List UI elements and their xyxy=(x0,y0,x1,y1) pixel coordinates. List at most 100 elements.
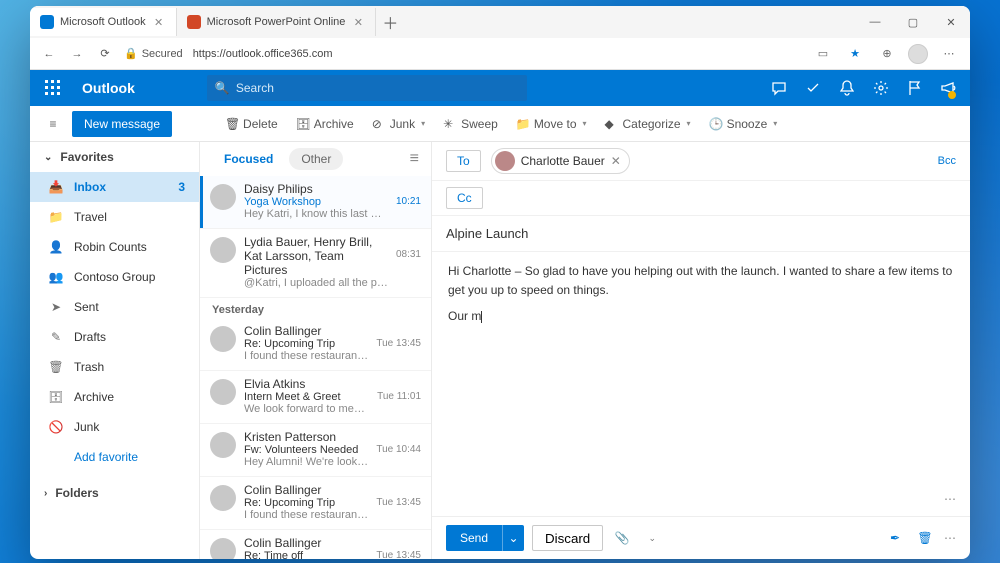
message-from: Daisy Philips xyxy=(244,182,388,196)
folders-header[interactable]: › Folders xyxy=(30,478,199,508)
message-subject: Re: Time off xyxy=(244,550,368,559)
attach-menu-icon[interactable]: ⌄ xyxy=(641,533,663,544)
recipient-chip[interactable]: Charlotte Bauer ✕ xyxy=(491,148,630,174)
notifications-icon[interactable] xyxy=(832,71,862,105)
nav-item-archive[interactable]: 🗄Archive xyxy=(30,382,199,412)
chat-icon[interactable] xyxy=(764,71,794,105)
window-close-button[interactable]: ✕ xyxy=(932,6,970,38)
todo-icon[interactable] xyxy=(798,71,828,105)
subject-row xyxy=(432,216,970,252)
avatar-icon xyxy=(210,326,236,352)
to-button[interactable]: To xyxy=(446,150,481,172)
message-subject: Fw: Volunteers Needed xyxy=(244,444,368,456)
message-time: 10:21 xyxy=(396,196,421,207)
junk-button[interactable]: ⊘Junk▾ xyxy=(365,110,432,138)
message-item[interactable]: Colin Ballinger Re: Upcoming Trip I foun… xyxy=(200,477,431,530)
app-launcher-button[interactable] xyxy=(36,71,70,105)
attach-icon[interactable]: 📎 xyxy=(611,531,633,545)
folder-nav: ⌄ Favorites 📥Inbox3📁Travel👤Robin Counts👥… xyxy=(30,142,200,559)
secured-indicator[interactable]: 🔒 Secured xyxy=(124,47,183,60)
recipient-name: Charlotte Bauer xyxy=(521,154,605,168)
browser-tab-powerpoint[interactable]: Microsoft PowerPoint Online ✕ xyxy=(177,8,377,36)
filter-icon[interactable]: ≡ xyxy=(410,150,419,168)
nav-forward-button[interactable]: → xyxy=(68,45,86,63)
nav-item-junk[interactable]: 🚫Junk xyxy=(30,412,199,442)
address-field[interactable]: https://outlook.office365.com xyxy=(193,48,802,60)
search-input[interactable]: 🔍 Search xyxy=(207,75,527,101)
remove-recipient-icon[interactable]: ✕ xyxy=(611,154,621,168)
cc-button[interactable]: Cc xyxy=(446,187,483,209)
nav-refresh-button[interactable]: ⟳ xyxy=(96,45,114,63)
snooze-button[interactable]: 🕒Snooze▾ xyxy=(702,110,785,138)
favorite-star-icon[interactable]: ★ xyxy=(844,47,866,60)
delete-button[interactable]: 🗑Delete xyxy=(218,110,285,138)
close-tab-icon[interactable]: ✕ xyxy=(152,16,166,29)
tag-icon: ◆ xyxy=(605,117,619,131)
signature-icon[interactable]: ✒ xyxy=(884,531,906,545)
tab-focused[interactable]: Focused xyxy=(212,148,285,170)
chevron-down-icon: ▾ xyxy=(687,119,691,128)
move-to-button[interactable]: 📁Move to▾ xyxy=(509,110,594,138)
nav-toggle-button[interactable]: ≡ xyxy=(38,117,68,131)
nav-item-robin-counts[interactable]: 👤Robin Counts xyxy=(30,232,199,262)
send-options-icon[interactable]: ⌄ xyxy=(502,525,524,551)
chevron-down-icon: ▾ xyxy=(773,119,777,128)
body-paragraph: Our m xyxy=(448,309,481,323)
discard-draft-icon[interactable]: 🗑 xyxy=(914,531,936,545)
nav-item-contoso-group[interactable]: 👥Contoso Group xyxy=(30,262,199,292)
body-paragraph: Hi Charlotte – So glad to have you helpi… xyxy=(448,262,954,299)
compose-more-icon[interactable]: ⋯ xyxy=(944,492,956,506)
browser-tab-outlook[interactable]: Microsoft Outlook ✕ xyxy=(30,8,177,36)
message-item[interactable]: Elvia Atkins Intern Meet & Greet We look… xyxy=(200,371,431,424)
tab-title: Microsoft Outlook xyxy=(60,16,146,28)
avatar-icon xyxy=(210,237,236,263)
megaphone-icon[interactable] xyxy=(934,71,964,105)
send-button[interactable]: Send ⌄ xyxy=(446,525,524,551)
message-subject: Intern Meet & Greet xyxy=(244,391,369,403)
message-item[interactable]: Daisy Philips Yoga Workshop Hey Katri, I… xyxy=(200,176,431,229)
search-icon: 🔍 xyxy=(215,81,230,95)
message-list-pane: Focused Other ≡ Daisy Philips Yoga Works… xyxy=(200,142,432,559)
nav-item-drafts[interactable]: ✎Drafts xyxy=(30,322,199,352)
window-maximize-button[interactable]: ▢ xyxy=(894,6,932,38)
new-message-button[interactable]: New message xyxy=(72,111,172,137)
nav-item-trash[interactable]: 🗑Trash xyxy=(30,352,199,382)
nav-item-inbox[interactable]: 📥Inbox3 xyxy=(30,172,199,202)
site-settings-icon[interactable]: ⊕ xyxy=(876,47,898,60)
categorize-button[interactable]: ◆Categorize▾ xyxy=(598,110,698,138)
browser-url-bar: ← → ⟳ 🔒 Secured https://outlook.office36… xyxy=(30,38,970,70)
browser-menu-icon[interactable]: ⋯ xyxy=(938,47,960,60)
toolbar-more-icon[interactable]: ⋯ xyxy=(944,531,956,545)
message-item[interactable]: Lydia Bauer, Henry Brill, Kat Larsson, T… xyxy=(200,229,431,298)
archive-button[interactable]: 🗄Archive xyxy=(289,110,361,138)
message-item[interactable]: Colin Ballinger Re: Upcoming Trip I foun… xyxy=(200,318,431,371)
compose-pane: To Charlotte Bauer ✕ Bcc Cc Hi Charlotte… xyxy=(432,142,970,559)
favorites-header[interactable]: ⌄ Favorites xyxy=(30,142,199,172)
archive-icon: 🗄 xyxy=(296,117,310,131)
sweep-button[interactable]: ✳Sweep xyxy=(436,110,505,138)
message-from: Kristen Patterson xyxy=(244,430,368,444)
message-item[interactable]: Colin Ballinger Re: Time off Sure! That … xyxy=(200,530,431,559)
tab-other[interactable]: Other xyxy=(289,148,343,170)
nav-item-travel[interactable]: 📁Travel xyxy=(30,202,199,232)
chevron-down-icon: ▾ xyxy=(421,119,425,128)
message-subject: Re: Upcoming Trip xyxy=(244,497,368,509)
nav-back-button[interactable]: ← xyxy=(40,45,58,63)
flag-icon[interactable] xyxy=(900,71,930,105)
message-preview: @Katri, I uploaded all the pictures from… xyxy=(244,277,388,289)
message-item[interactable]: Kristen Patterson Fw: Volunteers Needed … xyxy=(200,424,431,477)
nav-item-sent[interactable]: ➤Sent xyxy=(30,292,199,322)
bcc-link[interactable]: Bcc xyxy=(938,155,956,167)
compose-body[interactable]: Hi Charlotte – So glad to have you helpi… xyxy=(432,252,970,482)
discard-button[interactable]: Discard xyxy=(532,525,603,551)
notification-dot-icon xyxy=(948,91,956,99)
trash-icon: 🗑 xyxy=(48,359,64,375)
reading-view-icon[interactable]: ▭ xyxy=(812,47,834,60)
browser-profile-avatar[interactable] xyxy=(908,44,928,64)
subject-input[interactable] xyxy=(446,222,956,245)
add-favorite-link[interactable]: Add favorite xyxy=(30,442,199,472)
window-minimize-button[interactable]: — xyxy=(856,6,894,38)
close-tab-icon[interactable]: ✕ xyxy=(351,16,365,29)
new-tab-button[interactable]: ＋ xyxy=(376,10,404,34)
settings-icon[interactable] xyxy=(866,71,896,105)
